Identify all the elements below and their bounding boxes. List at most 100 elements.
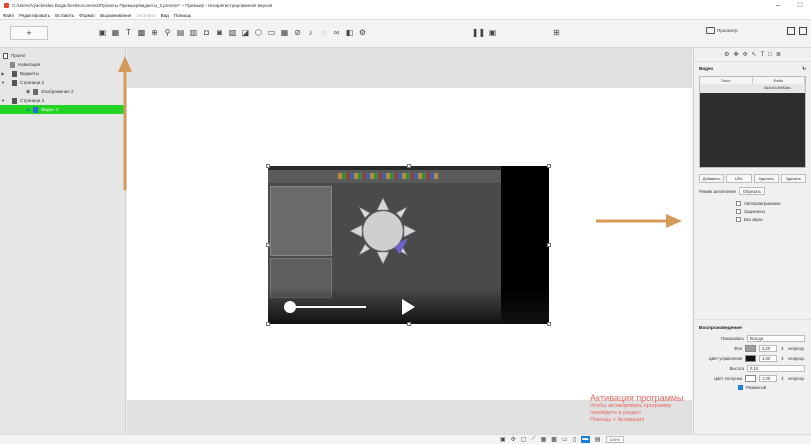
autoplay-checkbox[interactable]: Автопроигрывание (694, 199, 811, 207)
right-panel-toggle-icon[interactable] (799, 27, 807, 35)
menu-view[interactable]: Вид (161, 13, 169, 18)
checkbox-icon[interactable] (736, 200, 741, 206)
tree-item-widgets[interactable]: ▶ Виджеты (0, 69, 125, 78)
loop-checkbox[interactable]: Зациклено (694, 207, 811, 215)
book-tool-icon[interactable]: ◧ (345, 28, 354, 37)
resize-handle[interactable] (547, 322, 551, 326)
layout-grid-icon[interactable]: ⊞ (553, 28, 562, 37)
resize-handle[interactable] (407, 322, 411, 326)
maximize-button[interactable]: □ (789, 0, 811, 11)
resize-handle[interactable] (266, 164, 270, 168)
spinner-icon[interactable]: ⇕ (780, 356, 785, 361)
left-panel-toggle-icon[interactable] (787, 27, 795, 35)
location-tool-icon[interactable]: ⚲ (163, 28, 172, 37)
background-color-swatch[interactable] (745, 344, 757, 352)
preview-button[interactable]: Просмотр (706, 27, 738, 34)
text-tab-icon[interactable]: T (761, 52, 765, 58)
layers-tab-icon[interactable]: ≣ (776, 51, 781, 58)
expand-arrow-icon[interactable]: ▶ (0, 71, 6, 76)
chart-tool-icon[interactable]: ◪ (241, 28, 250, 37)
height-input[interactable]: 0,10 (747, 364, 805, 372)
box-tab-icon[interactable]: □ (768, 52, 772, 58)
play-icon[interactable] (402, 299, 415, 315)
tree-item-image2[interactable]: ◉ Изображение 2 (0, 87, 125, 96)
visibility-eye-icon[interactable]: ◉ (26, 89, 30, 95)
wide-icon[interactable]: ▤ (595, 436, 601, 443)
url-button[interactable]: URL (726, 174, 752, 183)
blur-checkbox[interactable]: Размытый (694, 383, 811, 392)
mute-checkbox[interactable]: Без звука (694, 215, 811, 223)
table-tool-icon[interactable]: ▦ (111, 28, 120, 37)
remove-all-button[interactable]: Удалить (780, 174, 806, 183)
ruler-icon[interactable]: ⟋ (531, 436, 535, 443)
frame-icon[interactable]: ▣ (488, 28, 497, 37)
checkbox-icon[interactable] (736, 208, 741, 214)
controls-color-swatch[interactable] (745, 354, 757, 362)
settings-tool-icon[interactable]: ⚙ (358, 28, 367, 37)
bar-opacity-input[interactable]: 1,00 (759, 374, 778, 382)
background-opacity-input[interactable]: 0,20 (759, 344, 778, 352)
picture-tool-icon[interactable]: ▩ (137, 28, 146, 37)
device-icon[interactable]: ▭ (562, 436, 568, 443)
cursor-tab-icon[interactable]: ↖ (752, 51, 757, 58)
code-tool-icon[interactable]: ∞ (332, 28, 341, 37)
snap-icon[interactable]: ✣ (511, 436, 516, 443)
refresh-icon[interactable]: ↻ (802, 66, 806, 72)
visibility-eye-icon[interactable]: ◉ (26, 107, 30, 113)
video-tool-icon[interactable]: ◙ (215, 28, 224, 37)
image-tool-icon[interactable]: ▣ (98, 28, 107, 37)
add-video-button[interactable]: Добавить (699, 174, 725, 183)
menu-insert[interactable]: Вставить (55, 13, 74, 18)
menu-help[interactable]: Помощь (174, 13, 191, 18)
table-row[interactable]: 3d4cd7d59f2ab... (700, 84, 805, 93)
grid-icon[interactable]: ▩ (551, 436, 557, 443)
pause-icon[interactable]: ❚❚ (472, 28, 485, 37)
bar-color-swatch[interactable] (745, 374, 757, 382)
settings-tab-icon[interactable]: ⚙ (724, 51, 729, 58)
menu-edit[interactable]: Редактировать (19, 13, 50, 18)
move-tab-icon[interactable]: ✥ (733, 51, 738, 58)
web-tool-icon[interactable]: ⊕ (150, 28, 159, 37)
collapse-arrow-icon[interactable]: ▼ (0, 80, 6, 85)
tree-item-project[interactable]: Проект (0, 51, 125, 60)
seek-track[interactable] (296, 306, 366, 308)
tree-item-navigation[interactable]: Навигация (0, 60, 125, 69)
align-icon[interactable]: ▣ (500, 436, 506, 443)
shape-tool-icon[interactable]: ⬡ (254, 28, 263, 37)
slides-tool-icon[interactable]: ▥ (189, 28, 198, 37)
spinner-icon[interactable]: ⇕ (780, 346, 785, 351)
resize-handle[interactable] (407, 164, 411, 168)
video-widget[interactable] (268, 166, 549, 324)
add-page-button[interactable]: + (10, 26, 48, 40)
zoom-select[interactable]: 100% (605, 436, 624, 443)
menu-export[interactable]: Экспорта (136, 13, 155, 18)
chat-tool-icon[interactable]: ◌ (319, 28, 328, 37)
resize-handle[interactable] (266, 322, 270, 326)
remove-button[interactable]: Удалить (753, 174, 779, 183)
desktop-icon[interactable]: ▬ (580, 436, 590, 443)
resize-handle[interactable] (547, 243, 551, 247)
camera-tool-icon[interactable]: ◘ (202, 28, 211, 37)
controls-opacity-input[interactable]: 1,00 (759, 354, 778, 362)
menu-align[interactable]: Выравнивание (100, 13, 131, 18)
microphone-tool-icon[interactable]: ♪ (306, 28, 315, 37)
transform-tab-icon[interactable]: ✣ (743, 51, 748, 58)
gallery-tool-icon[interactable]: ▤ (176, 28, 185, 37)
resize-handle[interactable] (266, 243, 270, 247)
calendar-tool-icon[interactable]: ▭ (267, 28, 276, 37)
collapse-arrow-icon[interactable]: ▼ (0, 98, 6, 103)
tablet-icon[interactable]: ▯ (573, 436, 576, 443)
spinner-icon[interactable]: ⇕ (780, 376, 785, 381)
tree-item-page2[interactable]: ▼ Страница 2 (0, 78, 125, 87)
checkbox-icon[interactable] (736, 216, 741, 222)
photo-tool-icon[interactable]: ▧ (228, 28, 237, 37)
checkbox-checked-icon[interactable] (738, 385, 743, 390)
tree-item-video3[interactable]: ◉ Видео 3 (0, 105, 125, 114)
show-controls-select[interactable]: Всегда (747, 334, 805, 342)
frame-icon[interactable]: ▢ (521, 436, 527, 443)
minimize-button[interactable]: – (767, 0, 789, 11)
check-tool-icon[interactable]: ⊘ (293, 28, 302, 37)
text-tool-icon[interactable]: T (124, 28, 133, 37)
resize-handle[interactable] (547, 164, 551, 168)
tree-item-page3[interactable]: ▼ Страница 3 (0, 96, 125, 105)
